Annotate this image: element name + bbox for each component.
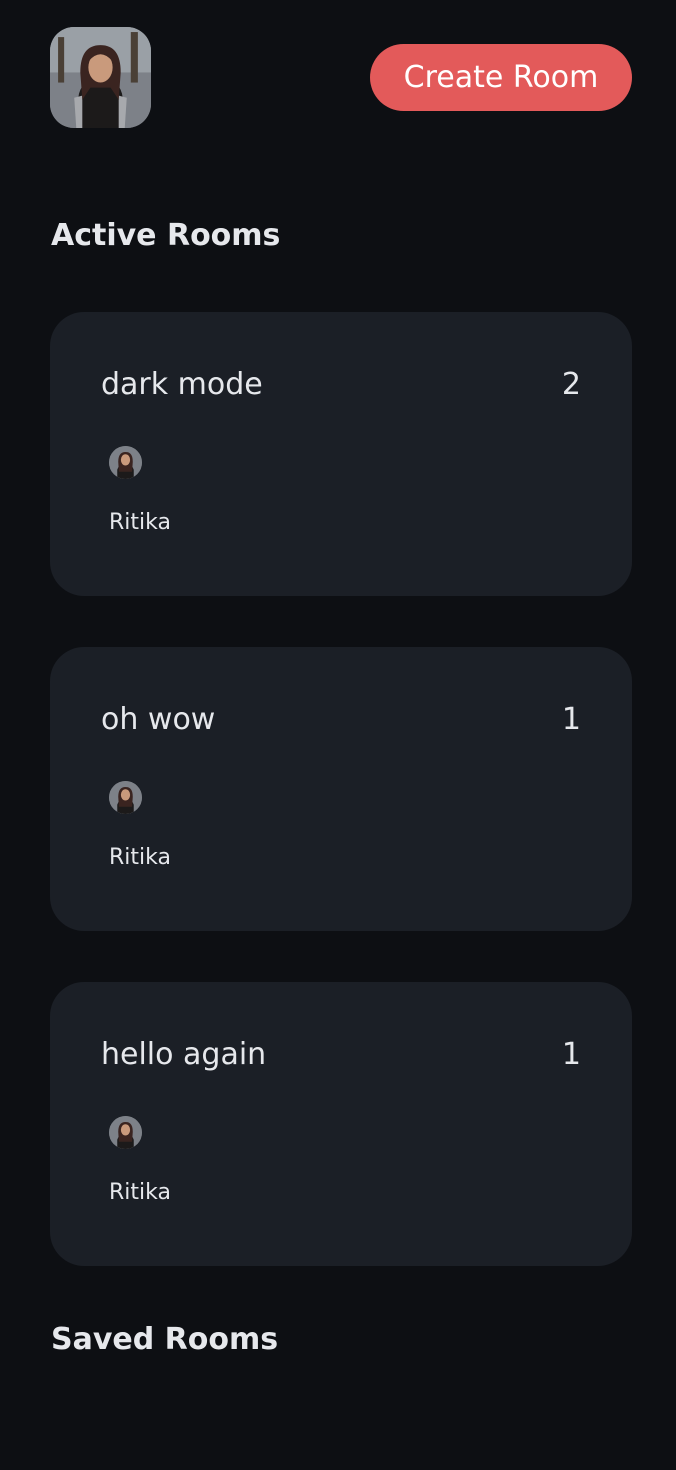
member-name: Ritika [109,510,171,535]
active-rooms-list: dark mode 2 Ritika oh wow 1 Ritika hello… [50,312,632,1317]
room-participant-count: 2 [561,367,581,402]
profile-avatar[interactable] [50,27,151,128]
room-card[interactable]: hello again 1 Ritika [50,982,632,1266]
member-avatar [109,781,142,814]
member-avatar [109,446,142,479]
member-photo [109,781,142,814]
member-photo [109,1116,142,1149]
active-rooms-heading: Active Rooms [51,218,281,253]
room-title: hello again [101,1037,267,1072]
create-room-button[interactable]: Create Room [370,44,632,111]
room-title: oh wow [101,702,216,737]
room-card[interactable]: dark mode 2 Ritika [50,312,632,596]
room-participant-count: 1 [561,702,581,737]
member-photo [109,446,142,479]
header: Create Room [50,27,632,128]
profile-photo [50,27,151,128]
member-name: Ritika [109,1180,171,1205]
member-name: Ritika [109,845,171,870]
room-participant-count: 1 [561,1037,581,1072]
room-title: dark mode [101,367,263,402]
saved-rooms-heading: Saved Rooms [51,1322,279,1357]
member-avatar [109,1116,142,1149]
room-card[interactable]: oh wow 1 Ritika [50,647,632,931]
app-screen: Create Room Active Rooms dark mode 2 Rit… [0,0,676,1470]
